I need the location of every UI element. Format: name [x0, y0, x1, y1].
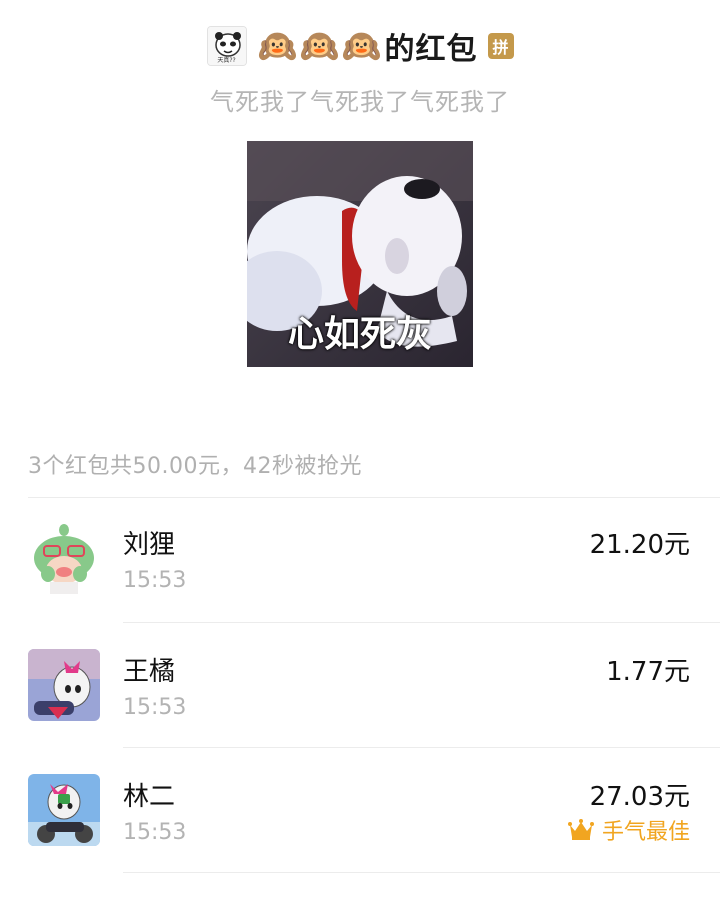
best-luck-label: 手气最佳 — [567, 814, 690, 846]
sticker-image[interactable]: 心如死灰 — [247, 141, 473, 367]
sender-avatar[interactable]: 天真?? — [206, 26, 247, 66]
crown-icon — [567, 819, 594, 840]
recipient-amount: 1.77元 — [606, 657, 690, 687]
best-luck-text: 手气最佳 — [601, 820, 690, 845]
list-item[interactable]: 王橘 15:53 1.77元 — [0, 623, 720, 748]
red-packet-title-row: 天真?? 🙉 🙉 🙉 的红包 拼 — [0, 24, 720, 68]
avatar[interactable] — [28, 649, 100, 721]
sender-avatar-caption: 天真?? — [217, 57, 236, 64]
cartoon-character-avatar-icon — [28, 522, 100, 594]
recipient-name: 王橘 — [123, 657, 176, 687]
monkey-emoji-icon: 🙉 — [299, 27, 340, 65]
sticker-caption: 心如死灰 — [287, 314, 432, 355]
recipient-name: 林二 — [123, 782, 176, 812]
recipient-amount: 27.03元 — [589, 782, 690, 812]
recipient-time: 15:53 — [123, 695, 187, 720]
anime-helmet-avatar-icon — [28, 649, 100, 721]
avatar[interactable] — [28, 522, 100, 594]
list-item[interactable]: 刘狸 15:53 21.20元 — [0, 498, 720, 623]
page-title: 的红包 — [384, 32, 478, 67]
red-packet-summary: 3个红包共50.00元，42秒被抢光 — [28, 454, 362, 479]
recipient-name: 刘狸 — [123, 530, 176, 560]
avatar[interactable] — [28, 774, 100, 846]
anime-helmet-rider-avatar-icon — [28, 774, 100, 846]
monkey-emoji-icon: 🙉 — [257, 27, 298, 65]
recipient-time: 15:53 — [123, 568, 187, 593]
red-packet-detail-page: 天真?? 🙉 🙉 🙉 的红包 拼 气死我了气死我了气死我了 心如死灰 3个红包共… — [0, 0, 720, 901]
recipient-amount: 21.20元 — [589, 530, 690, 560]
group-packet-badge: 拼 — [487, 33, 514, 59]
red-packet-message: 气死我了气死我了气死我了 — [210, 88, 510, 116]
recipient-time: 15:53 — [123, 820, 187, 845]
row-divider — [123, 872, 720, 873]
monkey-emoji-icon: 🙉 — [341, 27, 382, 65]
list-item[interactable]: 林二 15:53 27.03元 手气最佳 — [0, 748, 720, 873]
